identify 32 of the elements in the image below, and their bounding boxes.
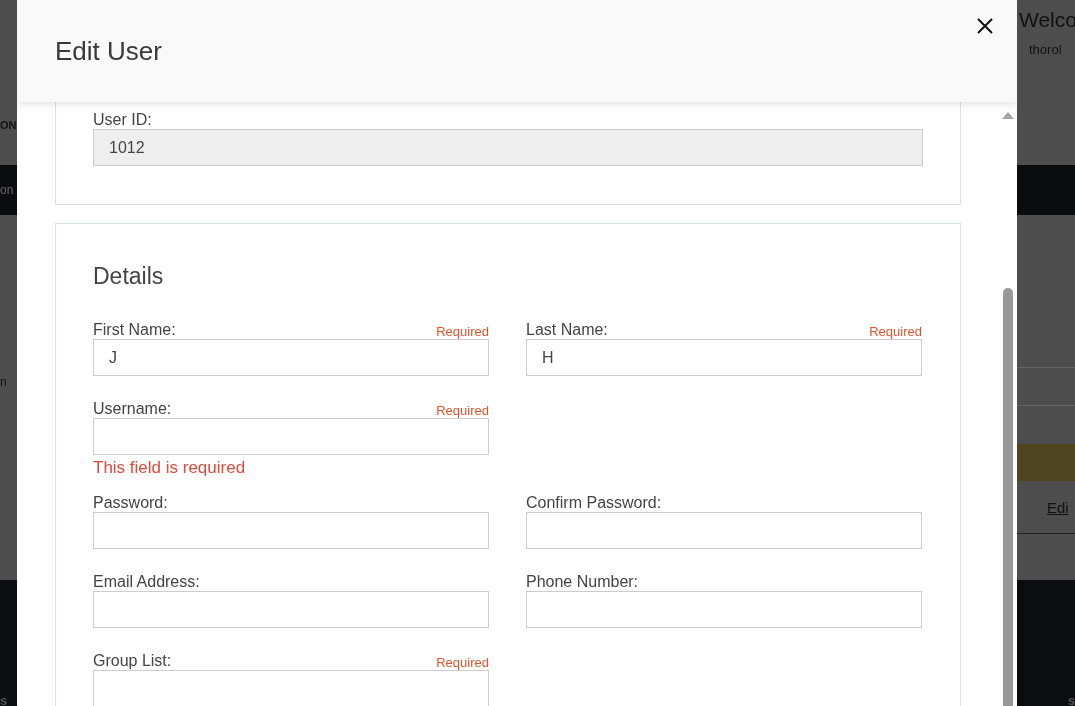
field-label: Phone Number:	[526, 573, 639, 591]
content-text: n	[0, 375, 7, 389]
footer-text: s	[1067, 696, 1075, 706]
field-label: First Name:	[93, 321, 176, 339]
input-field[interactable]	[93, 418, 489, 455]
field-label: Password:	[93, 494, 168, 512]
field-label: User ID:	[93, 111, 152, 129]
footer-text: s	[0, 696, 8, 706]
input-field[interactable]	[526, 512, 922, 549]
field-label: Last Name:	[526, 321, 608, 339]
error-message: This field is required	[93, 458, 247, 478]
required-text: Required	[436, 324, 489, 339]
input-field[interactable]: H	[526, 339, 922, 376]
input-field[interactable]	[93, 512, 489, 549]
required-text: Required	[869, 324, 922, 339]
scroll-up-icon[interactable]	[1002, 111, 1014, 119]
field-label: Group List:	[93, 652, 172, 670]
input-field[interactable]	[526, 591, 922, 628]
field-label: Email Address:	[93, 573, 200, 591]
field-label: Confirm Password:	[526, 494, 662, 512]
dialog-title: Edit User	[55, 35, 162, 67]
table-header-bar	[1017, 444, 1075, 481]
section-title: Details	[93, 262, 165, 290]
required-text: Required	[436, 403, 489, 418]
input-field[interactable]	[93, 670, 489, 706]
input-field[interactable]: J	[93, 339, 489, 376]
close-icon	[977, 18, 993, 34]
page-heading: ON	[0, 119, 17, 132]
username-text: thorol	[1029, 42, 1063, 57]
required-text: Required	[436, 655, 489, 670]
field-label: Username:	[93, 400, 172, 418]
input-field[interactable]	[93, 591, 489, 628]
